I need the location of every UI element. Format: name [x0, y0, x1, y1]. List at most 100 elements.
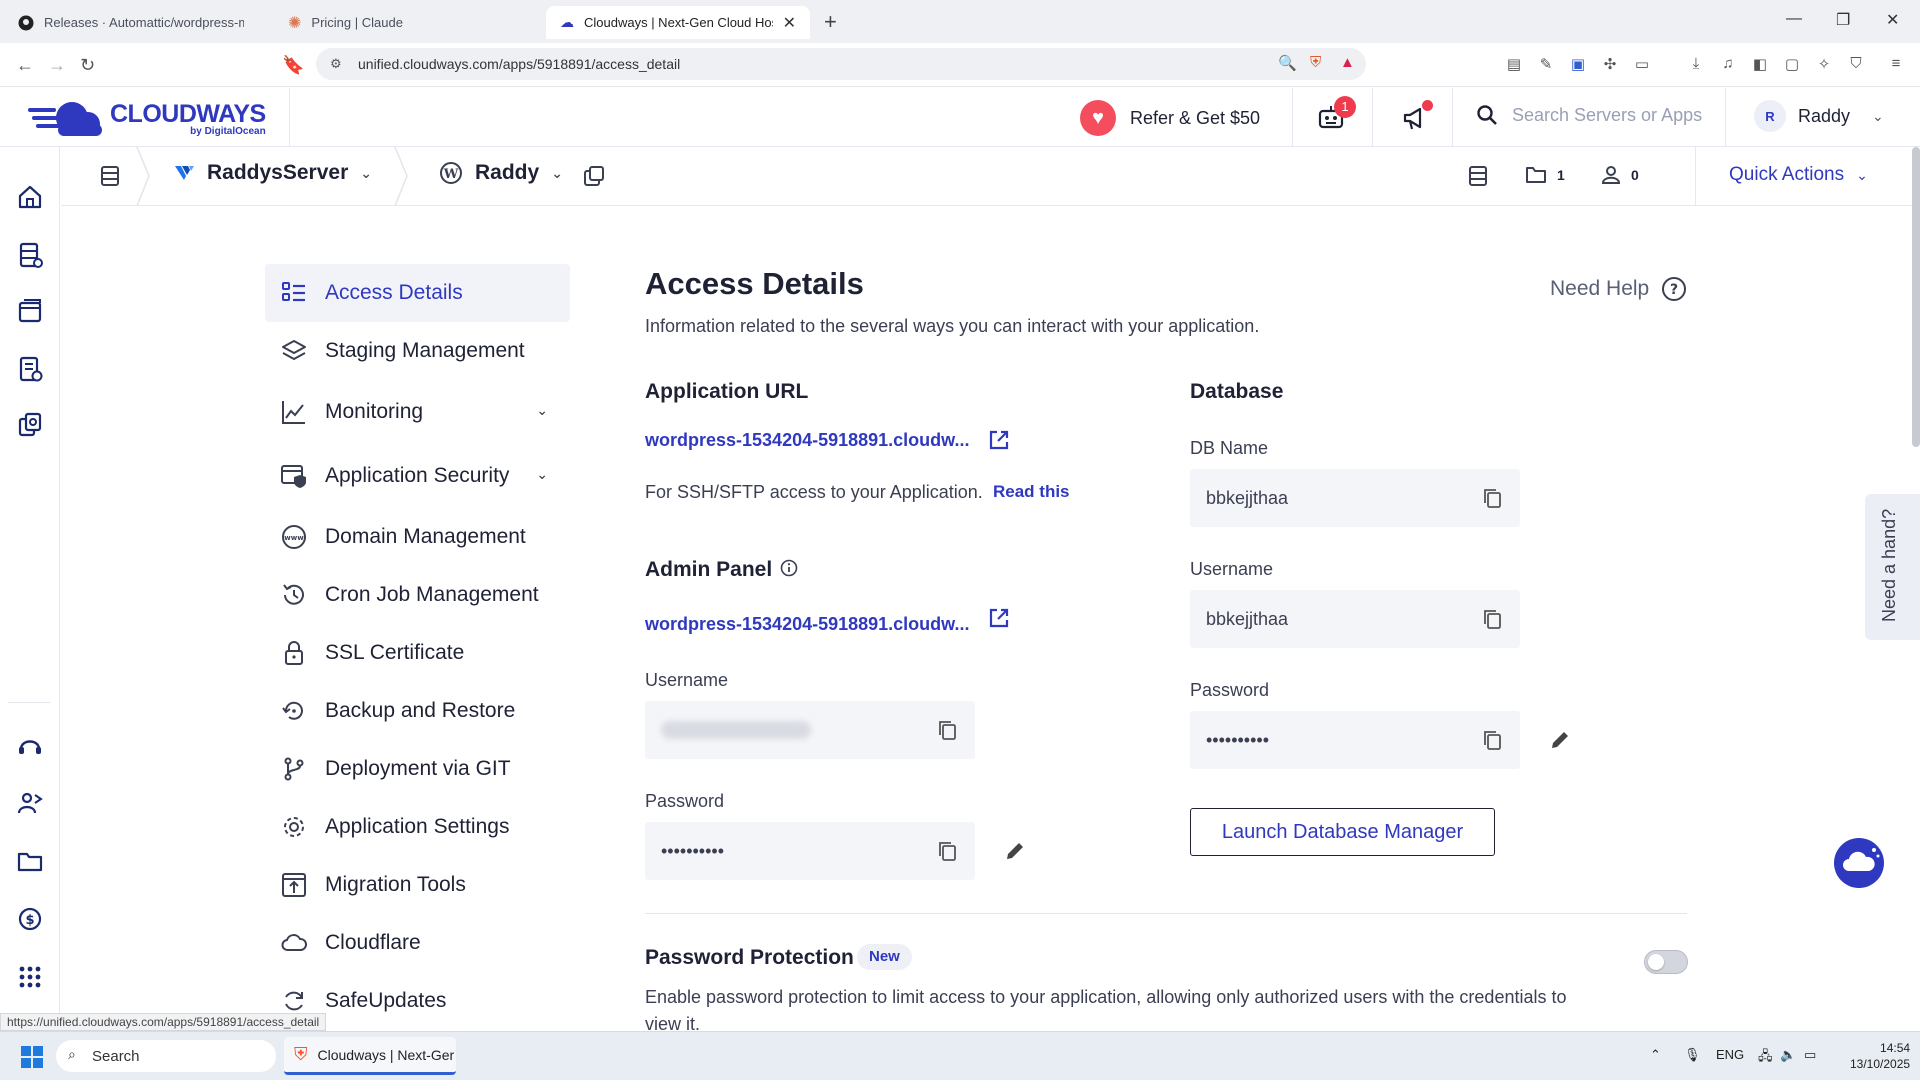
zoom-icon[interactable]: 🔍	[1278, 54, 1297, 72]
bookmark-icon[interactable]: 🔖	[282, 55, 304, 76]
applications-icon[interactable]	[16, 297, 44, 325]
network-icon[interactable]: 🖧	[1758, 1047, 1773, 1069]
www-icon: www	[282, 525, 306, 549]
leo-icon[interactable]: ✧	[1814, 55, 1834, 75]
projects-icon[interactable]	[16, 355, 44, 383]
menu-item-application-security[interactable]: Application Security ⌄	[265, 444, 570, 508]
menu-item-backup-and-restore[interactable]: Backup and Restore	[265, 682, 570, 740]
billing-icon[interactable]: $	[16, 905, 44, 933]
open-external-icon[interactable]	[583, 165, 605, 187]
refer-button[interactable]: ♥ Refer & Get $50	[1080, 100, 1260, 136]
need-help-link[interactable]: Need Help ?	[1550, 276, 1687, 302]
password-protection-toggle[interactable]	[1644, 950, 1688, 974]
menu-item-domain-management[interactable]: www Domain Management	[265, 508, 570, 566]
language-indicator[interactable]: ENG	[1716, 1047, 1744, 1062]
minimize-icon[interactable]: —	[1786, 10, 1802, 28]
music-icon[interactable]: ♫	[1718, 55, 1738, 75]
apps-grid-icon[interactable]	[16, 963, 44, 991]
windows-start-icon[interactable]	[20, 1045, 44, 1069]
menu-item-access-details[interactable]: Access Details	[265, 264, 570, 322]
restore-icon[interactable]: ❐	[1836, 10, 1850, 30]
folder-icon[interactable]	[16, 847, 44, 875]
support-icon[interactable]	[16, 731, 44, 759]
admin-username-field[interactable]	[645, 701, 975, 759]
copy-icon[interactable]	[937, 840, 957, 862]
sidebar-icon[interactable]: ▭	[1632, 55, 1652, 75]
cloudways-logo[interactable]: CLOUDWAYS by DigitalOcean	[28, 96, 266, 140]
application-url-link[interactable]: wordpress-1534204-5918891.cloudw...	[645, 430, 970, 451]
need-a-hand-tab[interactable]: Need a hand?	[1865, 494, 1920, 640]
header-search[interactable]: Search Servers or Apps	[1476, 104, 1702, 126]
announcements-button[interactable]	[1402, 100, 1433, 132]
external-link-icon[interactable]	[988, 429, 1010, 451]
team-icon[interactable]	[16, 789, 44, 817]
vpn-icon[interactable]: ⛉	[1846, 55, 1866, 75]
breadcrumb-app[interactable]: W Raddy ⌄	[439, 161, 563, 185]
menu-item-cloudflare[interactable]: Cloudflare	[265, 914, 570, 972]
brave-rewards-icon[interactable]: ▲	[1340, 54, 1355, 71]
taskbar-search[interactable]: ⌕ Search	[56, 1040, 276, 1072]
copy-icon[interactable]	[1482, 487, 1502, 509]
db-name-field[interactable]: bbkejjthaa	[1190, 469, 1520, 527]
info-icon[interactable]	[780, 559, 798, 577]
microphone-icon[interactable]: 🎙	[1684, 1047, 1701, 1063]
bot-button[interactable]: 1	[1316, 96, 1356, 132]
page-scrollbar[interactable]	[1912, 147, 1920, 447]
admin-password-field[interactable]: ••••••••••	[645, 822, 975, 880]
db-password-field[interactable]: ••••••••••	[1190, 711, 1520, 769]
read-this-link[interactable]: Read this	[993, 482, 1070, 502]
home-icon[interactable]	[16, 183, 44, 211]
edit-pencil-icon[interactable]	[1548, 728, 1572, 752]
launch-database-manager-button[interactable]: Launch Database Manager	[1190, 808, 1495, 856]
menu-item-migration-tools[interactable]: Migration Tools	[265, 856, 570, 914]
server-list-icon[interactable]	[99, 165, 121, 187]
menu-item-ssl-certificate[interactable]: SSL Certificate	[265, 624, 570, 682]
servers-icon[interactable]	[16, 241, 44, 269]
back-icon[interactable]: ←	[16, 55, 34, 76]
site-info-icon[interactable]: ⚙	[330, 56, 342, 72]
members-count[interactable]: 0	[1601, 165, 1639, 185]
addons-icon[interactable]	[16, 411, 44, 439]
close-window-icon[interactable]: ✕	[1886, 10, 1899, 30]
menu-item-cron-job-management[interactable]: Cron Job Management	[265, 566, 570, 624]
quick-actions-button[interactable]: Quick Actions ⌄	[1729, 164, 1868, 186]
edit-pencil-icon[interactable]	[1003, 839, 1027, 863]
pen-icon[interactable]: ✎	[1536, 55, 1556, 75]
address-bar[interactable]: ⚙ unified.cloudways.com/apps/5918891/acc…	[316, 48, 1366, 80]
taskbar-app-brave[interactable]: ⛨ Cloudways | Next-Ger	[284, 1037, 456, 1075]
wallet-icon[interactable]: ▢	[1782, 55, 1802, 75]
close-tab-icon[interactable]: ✕	[783, 13, 796, 33]
panel-icon[interactable]: ◧	[1750, 55, 1770, 75]
taskbar-clock[interactable]: 14:54 13/10/2025	[1850, 1040, 1910, 1072]
tray-chevron-icon[interactable]: ⌃	[1650, 1047, 1661, 1063]
puzzle-icon[interactable]: ✣	[1600, 55, 1620, 75]
browser-tab[interactable]: ✺ Pricing | Claude	[274, 6, 525, 39]
new-tab-icon[interactable]: +	[824, 9, 837, 35]
copy-icon[interactable]	[937, 719, 957, 741]
brave-shield-icon[interactable]: ⛨	[1310, 54, 1321, 71]
copy-icon[interactable]	[1482, 608, 1502, 630]
projects-count[interactable]: 1	[1525, 165, 1565, 185]
menu-item-monitoring[interactable]: Monitoring ⌄	[265, 380, 570, 444]
menu-item-staging-management[interactable]: Staging Management	[265, 322, 570, 380]
menu-item-deployment-via-git[interactable]: Deployment via GIT	[265, 740, 570, 798]
admin-panel-link[interactable]: wordpress-1534204-5918891.cloudw...	[645, 614, 970, 635]
menu-item-application-settings[interactable]: Application Settings	[265, 798, 570, 856]
extension-icon[interactable]: ▤	[1504, 55, 1524, 75]
reload-icon[interactable]: ↻	[80, 55, 95, 76]
breadcrumb-server[interactable]: RaddysServer ⌄	[173, 161, 372, 185]
user-menu[interactable]: R Raddy ⌄	[1754, 100, 1884, 132]
extension-icon[interactable]: ▣	[1568, 55, 1588, 75]
db-username-field[interactable]: bbkejjthaa	[1190, 590, 1520, 648]
battery-icon[interactable]: ▭	[1804, 1047, 1816, 1063]
browser-tab-active[interactable]: ☁ Cloudways | Next-Gen Cloud Hosting ✕	[546, 6, 810, 39]
copy-icon[interactable]	[1482, 729, 1502, 751]
forward-icon[interactable]: →	[48, 55, 66, 76]
external-link-icon[interactable]	[988, 607, 1010, 629]
volume-icon[interactable]: 🔈	[1780, 1047, 1796, 1063]
download-icon[interactable]: ⤓	[1686, 55, 1706, 75]
browser-tab[interactable]: Releases · Automattic/wordpress-mcp	[4, 6, 258, 39]
menu-icon[interactable]: ≡	[1886, 55, 1906, 75]
server-list-icon[interactable]	[1467, 165, 1489, 187]
chatbot-button[interactable]	[1834, 838, 1884, 888]
